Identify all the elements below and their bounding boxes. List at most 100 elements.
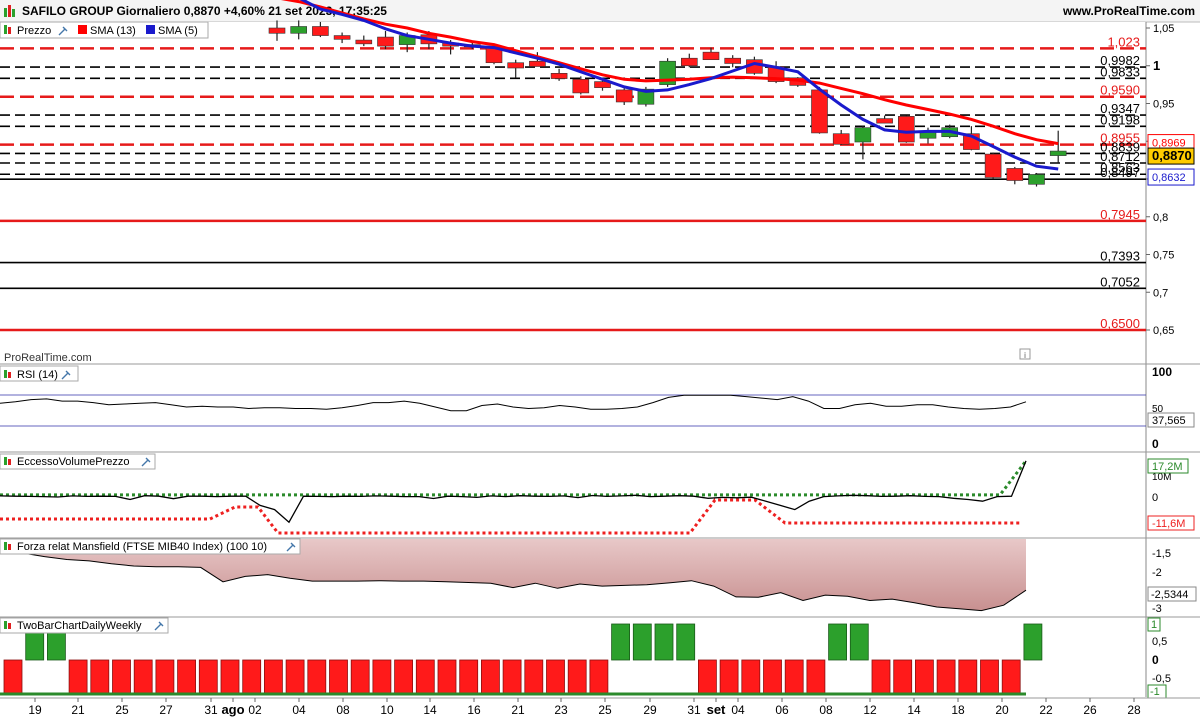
twobar-bar — [654, 623, 674, 661]
twobar-bar — [632, 623, 652, 661]
twobar-bar — [611, 623, 630, 661]
level-label: 0,7945 — [1100, 207, 1140, 222]
twobar-bar — [828, 623, 847, 661]
x-tick-label: 28 — [1127, 703, 1141, 717]
mansfield-label: Forza relat Mansfield (FTSE MIB40 Index)… — [17, 541, 267, 553]
x-tick-label: 04 — [292, 703, 306, 717]
x-tick-label: 23 — [554, 703, 568, 717]
twobar-bar — [915, 659, 934, 695]
price-tick-label: 0,75 — [1153, 250, 1174, 262]
x-tick-label: 19 — [28, 703, 42, 717]
candle — [659, 58, 676, 87]
twobar-bar — [285, 659, 305, 695]
twobar-panel — [3, 623, 1043, 695]
twobar-bar — [1001, 659, 1021, 695]
twobar-bar — [437, 659, 457, 695]
svg-text:0,8870: 0,8870 — [1152, 148, 1192, 163]
x-tick-label: 21 — [71, 703, 85, 717]
candle — [1028, 172, 1045, 187]
twobar-bar — [112, 659, 131, 695]
x-tick-label: 14 — [423, 703, 437, 717]
sma5-swatch — [146, 25, 155, 34]
x-tick-label: 06 — [775, 703, 789, 717]
x-tick-label: set — [707, 702, 726, 717]
evp-label: EccessoVolumePrezzo — [17, 456, 130, 468]
twobar-bar — [263, 659, 283, 695]
x-tick-label: 02 — [248, 703, 262, 717]
twobar-bar — [3, 659, 23, 695]
twobar-tick-0: 0 — [1152, 653, 1159, 667]
twobar-bar — [589, 659, 609, 695]
twobar-bar — [958, 659, 978, 695]
rsi-tick-0: 0 — [1152, 437, 1159, 451]
twobar-bar — [806, 659, 826, 695]
level-label: 0,7393 — [1100, 249, 1140, 264]
twobar-label: TwoBarChartDailyWeekly — [17, 620, 142, 632]
x-tick-label: 18 — [951, 703, 965, 717]
level-label: 1,023 — [1107, 34, 1140, 49]
x-tick-label: 20 — [995, 703, 1009, 717]
mansfield-tick-2: -2 — [1152, 567, 1162, 579]
evp-tick-0: 0 — [1152, 492, 1158, 504]
mansfield-tick-3: -3 — [1152, 603, 1162, 615]
stock-chart: SAFILO GROUP Giornaliero 0,8870 +4,60% 2… — [0, 0, 1200, 717]
x-tick-label: 21 — [511, 703, 525, 717]
twobar-bar — [394, 659, 414, 695]
x-tick-label: 26 — [1083, 703, 1097, 717]
twobar-tick-0-5: 0,5 — [1152, 636, 1167, 648]
candle — [897, 115, 915, 143]
twobar-bar — [980, 659, 999, 695]
price-tick-label: 0,8 — [1153, 212, 1168, 224]
x-tick-label: 22 — [1039, 703, 1053, 717]
price-axis-ticks: 1,0510,950,90,850,80,750,70,650,89690,88… — [1146, 23, 1195, 337]
twobar-bar — [133, 659, 153, 695]
twobar-bar — [242, 659, 262, 695]
twobar-bar — [936, 659, 956, 695]
twobar-bar — [155, 659, 175, 695]
price-tick-label: 0,7 — [1153, 287, 1168, 299]
twobar-bar — [198, 659, 218, 695]
level-label: 0,6500 — [1100, 316, 1140, 331]
twobar-bar — [763, 659, 782, 695]
twobar-bar — [698, 659, 717, 695]
price-panel — [0, 22, 1146, 364]
level-label: 0,9198 — [1100, 112, 1140, 127]
twobar-bar — [719, 659, 739, 695]
twobar-bar — [220, 659, 240, 695]
twobar-bar — [871, 659, 891, 695]
info-icon[interactable]: i — [1019, 348, 1031, 360]
twobar-bar — [546, 659, 565, 695]
rsi-value-label: 37,565 — [1152, 415, 1186, 427]
x-tick-label: 31 — [687, 703, 701, 717]
twobar-bar — [415, 659, 435, 695]
twobar-bar — [372, 659, 392, 695]
site-label[interactable]: www.ProRealTime.com — [1062, 4, 1195, 18]
svg-text:i: i — [1024, 351, 1026, 360]
twobar-bar — [567, 659, 587, 695]
x-tick-label: 10 — [380, 703, 394, 717]
evp-lower-label: -11,6M — [1152, 518, 1185, 530]
x-tick-label: 04 — [731, 703, 745, 717]
twobar-bar — [502, 659, 522, 695]
level-label: 0,7052 — [1100, 274, 1140, 289]
twobar-bar — [849, 623, 869, 661]
twobar-bar — [893, 659, 913, 695]
x-tick-label: 31 — [204, 703, 218, 717]
twobar-bar — [68, 659, 88, 695]
price-value-badge: 0,8870 — [1147, 147, 1195, 165]
legend-prezzo: Prezzo — [17, 25, 51, 37]
twobar-bar — [307, 659, 327, 695]
x-tick-label: 08 — [819, 703, 833, 717]
twobar-bar — [524, 659, 544, 695]
twobar-upper-label: 1 — [1151, 619, 1157, 631]
twobar-bar — [480, 659, 500, 695]
legend-sma13: SMA (13) — [90, 25, 136, 37]
x-tick-label: 08 — [336, 703, 350, 717]
evp-panel — [0, 459, 1028, 535]
x-tick-label: 25 — [115, 703, 129, 717]
evp-tick-10m: 10M — [1152, 472, 1171, 483]
price-value-badge: 0,8632 — [1147, 168, 1195, 186]
level-label: 0,9590 — [1100, 83, 1140, 98]
price-tick-label: 1,05 — [1153, 23, 1174, 35]
level-label: 0,9833 — [1100, 64, 1140, 79]
